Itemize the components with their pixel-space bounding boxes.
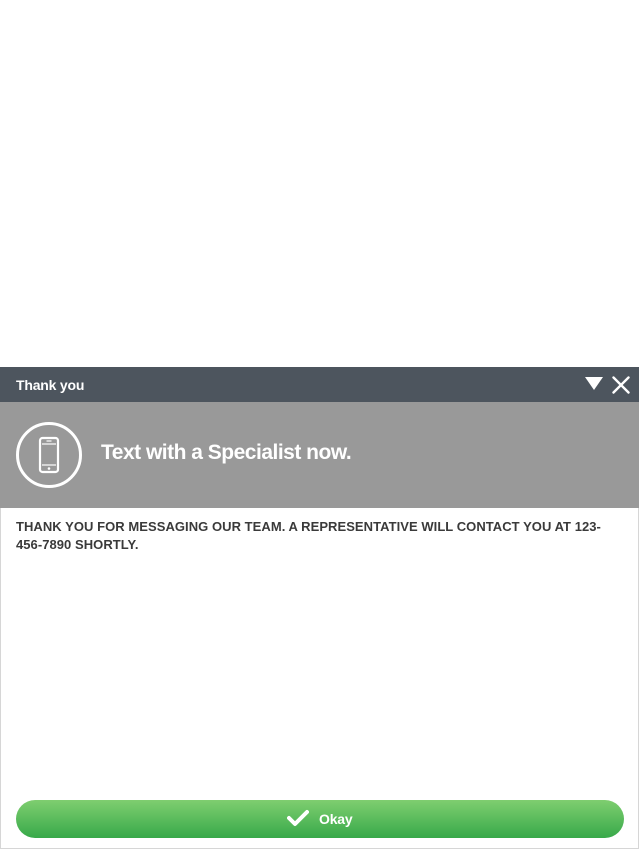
okay-button[interactable]: Okay — [16, 800, 624, 838]
confirmation-message: THANK YOU FOR MESSAGING OUR TEAM. A REPR… — [16, 519, 601, 552]
specialist-banner: Text with a Specialist now. — [0, 402, 639, 508]
checkmark-icon — [287, 810, 309, 826]
triangle-down-icon — [585, 377, 603, 390]
close-button[interactable] — [612, 376, 630, 394]
banner-headline: Text with a Specialist now. — [101, 441, 352, 464]
chat-widget: Thank you Text with a Specialist now. TH… — [0, 367, 639, 849]
phone-badge — [16, 422, 82, 488]
minimize-button[interactable] — [585, 377, 603, 391]
widget-title: Thank you — [16, 377, 85, 393]
widget-titlebar: Thank you — [0, 367, 639, 402]
close-icon — [612, 376, 630, 394]
okay-button-label: Okay — [319, 811, 353, 827]
dialog-body: THANK YOU FOR MESSAGING OUR TEAM. A REPR… — [0, 508, 639, 849]
smartphone-icon — [38, 436, 60, 474]
